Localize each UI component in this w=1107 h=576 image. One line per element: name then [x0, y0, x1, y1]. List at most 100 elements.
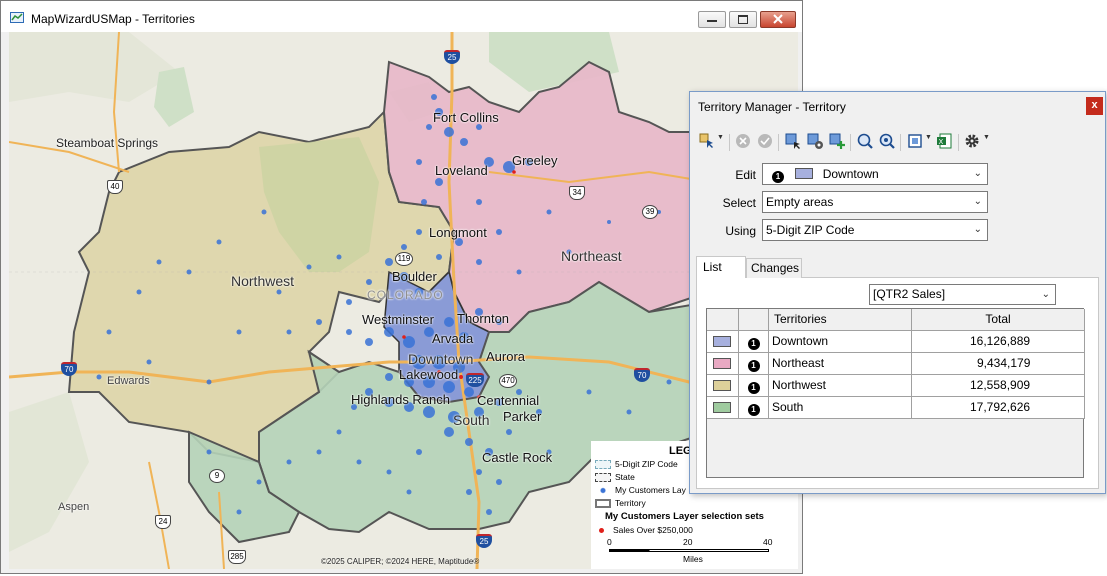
toolbar-separator [778, 134, 779, 151]
tm-close-button[interactable]: x [1086, 97, 1103, 115]
us-40-shield: 40 [107, 180, 123, 194]
tab-list[interactable]: List [696, 256, 746, 278]
chevron-down-icon: ⌄ [973, 196, 982, 207]
customer-dot-icon [595, 486, 611, 496]
add-territory-icon[interactable] [828, 132, 846, 150]
row-total: 17,792,626 [912, 397, 1085, 419]
toolbar-separator [900, 134, 901, 151]
label-greeley: Greeley [512, 153, 558, 168]
using-dropdown[interactable]: 5-Digit ZIP Code ⌄ [762, 219, 988, 241]
chevron-down-icon[interactable]: ▼ [925, 134, 932, 141]
label-westminster: Westminster [362, 312, 434, 327]
downtown-color-swatch [713, 336, 731, 347]
select-value: Empty areas [766, 195, 834, 209]
label-northeast: Northeast [561, 248, 622, 264]
scale-tick-20: 20 [683, 537, 693, 547]
label-castle-rock: Castle Rock [482, 450, 553, 465]
edit-dropdown[interactable]: 1 Downtown ⌄ [762, 163, 988, 185]
territories-table: Territories Total 1 Downtown 16,126,889 … [706, 308, 1085, 478]
legend-item-state: State [595, 472, 635, 483]
toolbar-separator [729, 134, 730, 151]
interstate-225-shield: 225 [466, 373, 484, 387]
label-loveland: Loveland [435, 163, 488, 178]
cancel-icon[interactable] [734, 132, 752, 150]
row-total: 9,434,179 [912, 353, 1085, 375]
territory-manager-dialog: Territory Manager - Territory x ▼ ▼ X ▼ … [689, 91, 1106, 494]
territory-swatch-icon [595, 499, 611, 509]
scale-tick-40: 40 [763, 537, 773, 547]
state-highway-119-shield: 119 [395, 252, 413, 266]
minimize-button[interactable] [698, 11, 726, 28]
us-24-shield: 24 [155, 515, 171, 529]
assign-area-icon[interactable] [784, 132, 802, 150]
state-swatch-icon [595, 473, 611, 483]
select-dropdown[interactable]: Empty areas ⌄ [762, 191, 988, 213]
tab-changes[interactable]: Changes [746, 258, 802, 278]
south-color-swatch [713, 402, 731, 413]
territory-settings-icon[interactable] [806, 132, 824, 150]
maximize-button[interactable] [729, 11, 757, 28]
sales-dot-icon [599, 528, 604, 534]
row-name: South [769, 397, 912, 419]
using-label: Using [725, 224, 756, 238]
layer-icon[interactable] [906, 132, 924, 150]
state-highway-39-shield: 39 [642, 205, 658, 219]
scale-bar-graphic [609, 549, 769, 552]
scale-tick-0: 0 [607, 537, 612, 547]
row-name: Northeast [769, 353, 912, 375]
territory-number-badge: 1 [747, 338, 760, 350]
table-header-swatch [707, 309, 739, 331]
zoom-to-icon[interactable] [856, 132, 874, 150]
table-header-badge [739, 309, 769, 331]
us-285-shield: 285 [228, 550, 246, 564]
territory-number-badge: 1 [772, 171, 784, 183]
downtown-color-swatch [795, 168, 814, 179]
select-tool-icon[interactable] [698, 132, 716, 150]
chevron-down-icon[interactable]: ▼ [983, 134, 990, 141]
chevron-down-icon: ⌄ [1041, 289, 1050, 300]
table-header-total[interactable]: Total [912, 309, 1085, 331]
legend-selection-title: My Customers Layer selection sets [605, 511, 764, 522]
label-colorado: COLORADO [367, 288, 444, 302]
table-header-territories[interactable]: Territories [769, 309, 912, 331]
check-icon[interactable] [756, 132, 774, 150]
chevron-down-icon[interactable]: ▼ [717, 134, 724, 141]
edit-label: Edit [735, 168, 756, 182]
label-south: South [453, 412, 490, 428]
territory-number-badge: 1 [747, 360, 760, 372]
close-button[interactable] [760, 11, 796, 28]
northwest-color-swatch [713, 380, 731, 391]
edit-value: Downtown [822, 167, 879, 181]
gear-icon[interactable] [963, 132, 981, 150]
row-total: 12,558,909 [912, 375, 1085, 397]
map-titlebar[interactable]: MapWizardUSMap - Territories [1, 1, 802, 32]
toolbar-separator [850, 134, 851, 151]
tm-toolbar: ▼ ▼ X ▼ [696, 132, 1101, 156]
label-highlands-ranch: Highlands Ranch [351, 392, 451, 407]
label-edwards: Edwards [107, 375, 150, 387]
tm-titlebar[interactable]: Territory Manager - Territory x [690, 92, 1105, 122]
map-app-icon [10, 12, 24, 23]
svg-text:X: X [939, 138, 944, 146]
scale-unit: Miles [683, 554, 703, 564]
export-excel-icon[interactable]: X [936, 132, 954, 150]
tm-title: Territory Manager - Territory [698, 100, 846, 114]
field-dropdown[interactable]: [QTR2 Sales] ⌄ [869, 284, 1056, 305]
row-total: 16,126,889 [912, 331, 1085, 353]
legend-item-territory: Territory [595, 498, 646, 509]
zip-swatch-icon [595, 460, 611, 470]
label-downtown: Downtown [408, 351, 474, 367]
close-icon [773, 14, 783, 24]
legend-item-customers: My Customers Lay [595, 485, 686, 496]
label-lakewood: Lakewood [399, 367, 459, 382]
us-34-shield: 34 [569, 186, 585, 200]
row-name: Northwest [769, 375, 912, 397]
maximize-icon [738, 15, 748, 24]
window-title: MapWizardUSMap - Territories [31, 12, 195, 26]
copyright-text: ©2025 CALIPER; ©2024 HERE, Maptitude® [321, 557, 480, 566]
label-boulder: Boulder [392, 269, 437, 284]
label-arvada: Arvada [432, 331, 474, 346]
legend-item-zip: 5-Digit ZIP Code [595, 459, 678, 470]
zoom-all-icon[interactable] [878, 132, 896, 150]
label-thornton: Thornton [457, 311, 510, 326]
